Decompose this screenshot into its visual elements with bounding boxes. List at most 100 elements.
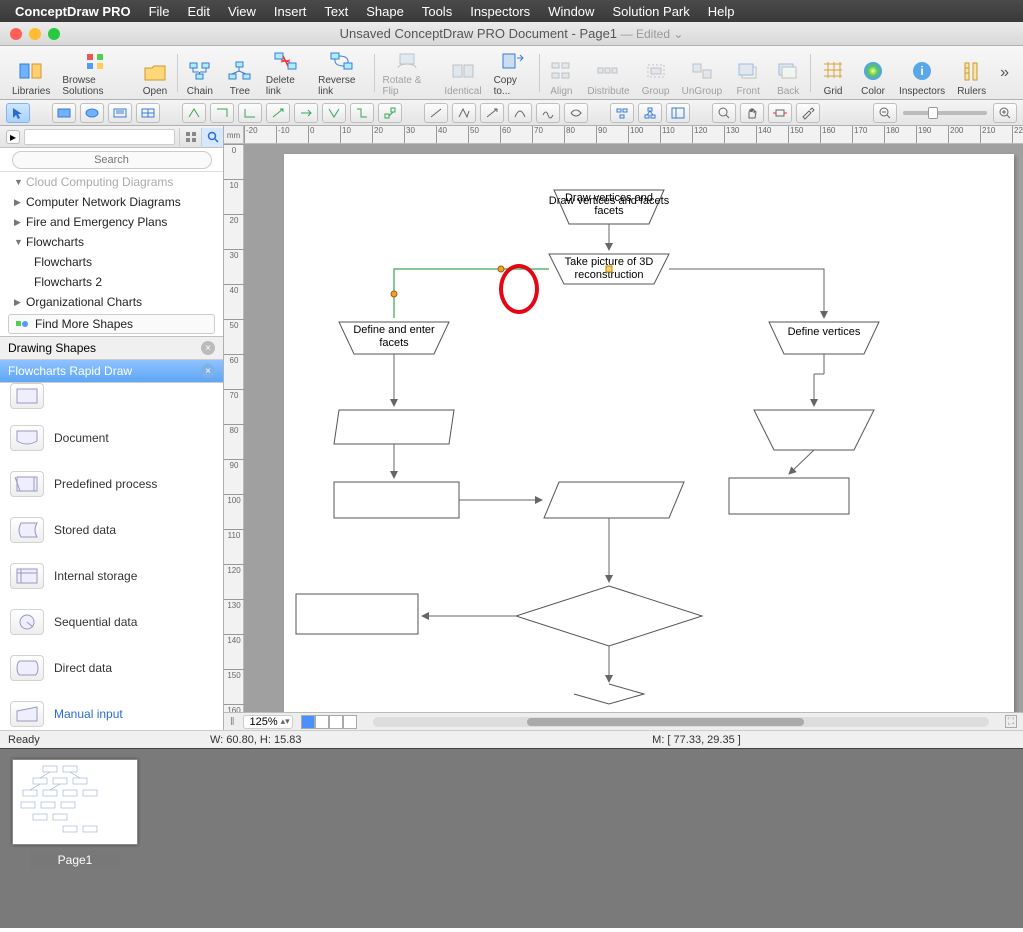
toolbar-group[interactable]: Group bbox=[636, 49, 676, 97]
toolbar-tree[interactable]: Tree bbox=[220, 49, 260, 97]
zoom-tool[interactable] bbox=[712, 103, 736, 123]
line-tool-2[interactable] bbox=[452, 103, 476, 123]
tree-item[interactable]: ▼Flowcharts bbox=[0, 232, 223, 252]
shape-internal-storage[interactable]: Internal storage bbox=[0, 553, 223, 599]
shape-item[interactable] bbox=[0, 383, 223, 415]
page-thumbnail[interactable]: Page1 bbox=[10, 759, 140, 918]
shape-stored-data[interactable]: Stored data bbox=[0, 507, 223, 553]
connector-tool-7[interactable] bbox=[350, 103, 374, 123]
app-menu[interactable]: ConceptDraw PRO bbox=[6, 4, 140, 19]
menu-solution-park[interactable]: Solution Park bbox=[603, 4, 698, 19]
shape-icon bbox=[10, 609, 44, 635]
toolbar-overflow[interactable]: » bbox=[992, 64, 1017, 82]
toolbar-chain[interactable]: Chain bbox=[180, 49, 220, 97]
menu-text[interactable]: Text bbox=[315, 4, 357, 19]
horizontal-scrollbar[interactable] bbox=[373, 717, 989, 727]
flowchart-drawing[interactable]: Draw vertices and facets Draw vertices a… bbox=[284, 154, 1014, 712]
connector-tool-1[interactable] bbox=[182, 103, 206, 123]
toolbar-rotate-flip[interactable]: Rotate & Flip bbox=[376, 49, 438, 97]
zoom-level[interactable]: 125%▴▾ bbox=[243, 715, 293, 729]
view-grid-icon[interactable] bbox=[179, 128, 201, 146]
find-more-shapes[interactable]: Find More Shapes bbox=[8, 314, 215, 334]
line-tool-1[interactable] bbox=[424, 103, 448, 123]
menu-shape[interactable]: Shape bbox=[357, 4, 413, 19]
close-icon[interactable]: × bbox=[201, 341, 215, 355]
connector-tool-4[interactable] bbox=[266, 103, 290, 123]
layout-tool-2[interactable] bbox=[638, 103, 662, 123]
shape-sequential-data[interactable]: Sequential data bbox=[0, 599, 223, 645]
shape-direct-data[interactable]: Direct data bbox=[0, 645, 223, 691]
toolbar-inspectors[interactable]: iInspectors bbox=[893, 49, 951, 97]
toolbar-delete-link[interactable]: Delete link bbox=[260, 49, 312, 97]
zoom-out-button[interactable] bbox=[873, 103, 897, 123]
connector-tool-2[interactable] bbox=[210, 103, 234, 123]
eyedropper-tool[interactable] bbox=[796, 103, 820, 123]
menu-insert[interactable]: Insert bbox=[265, 4, 316, 19]
tree-item[interactable]: Flowcharts bbox=[0, 252, 223, 272]
snap-tool[interactable] bbox=[768, 103, 792, 123]
close-icon[interactable]: × bbox=[201, 364, 215, 378]
toolbar-grid[interactable]: Grid bbox=[813, 49, 853, 97]
search-input[interactable] bbox=[12, 151, 212, 169]
shape-document[interactable]: Document bbox=[0, 415, 223, 461]
ellipse-tool[interactable] bbox=[80, 103, 104, 123]
toolbar-icon bbox=[859, 58, 887, 84]
toolbar-rulers[interactable]: Rulers bbox=[951, 49, 992, 97]
library-search-icon[interactable] bbox=[201, 128, 223, 146]
toolbar-distribute[interactable]: Distribute bbox=[581, 49, 635, 97]
line-tool-6[interactable] bbox=[564, 103, 588, 123]
fit-page-icon[interactable]: ⛶ bbox=[1005, 715, 1017, 728]
collapse-ruler-icon[interactable]: ‖ bbox=[230, 716, 235, 728]
shape-predefined-process[interactable]: Predefined process bbox=[0, 461, 223, 507]
toolbar-color[interactable]: Color bbox=[853, 49, 893, 97]
text-tool[interactable] bbox=[108, 103, 132, 123]
connector-tool-8[interactable] bbox=[378, 103, 402, 123]
toolbar-icon bbox=[774, 58, 802, 84]
rectangle-tool[interactable] bbox=[52, 103, 76, 123]
document-edited-indicator[interactable]: — Edited ⌄ bbox=[621, 27, 684, 41]
shape-manual-input[interactable]: Manual input bbox=[0, 691, 223, 730]
pointer-tool[interactable] bbox=[6, 103, 30, 123]
toolbar-browse-solutions[interactable]: Browse Solutions bbox=[56, 49, 135, 97]
connector-tool-5[interactable] bbox=[294, 103, 318, 123]
tree-item[interactable]: Flowcharts 2 bbox=[0, 272, 223, 292]
tree-item[interactable]: ▶Fire and Emergency Plans bbox=[0, 212, 223, 232]
connector-tool-6[interactable] bbox=[322, 103, 346, 123]
tree-item[interactable]: ▶Organizational Charts bbox=[0, 292, 223, 312]
menu-help[interactable]: Help bbox=[699, 4, 744, 19]
menu-tools[interactable]: Tools bbox=[413, 4, 461, 19]
menu-file[interactable]: File bbox=[140, 4, 179, 19]
library-header-flowcharts[interactable]: Flowcharts Rapid Draw× bbox=[0, 360, 223, 383]
tree-item[interactable]: ▼Cloud Computing Diagrams bbox=[0, 172, 223, 192]
menu-window[interactable]: Window bbox=[539, 4, 603, 19]
layout-tool-3[interactable] bbox=[666, 103, 690, 123]
line-tool-3[interactable] bbox=[480, 103, 504, 123]
library-header-drawing[interactable]: Drawing Shapes× bbox=[0, 337, 223, 360]
library-filter-input[interactable] bbox=[24, 129, 175, 145]
toolbar-back[interactable]: Back bbox=[768, 49, 808, 97]
tree-item[interactable]: ▶Computer Network Diagrams bbox=[0, 192, 223, 212]
connector-tool-3[interactable] bbox=[238, 103, 262, 123]
toolbar-reverse-link[interactable]: Reverse link bbox=[312, 49, 371, 97]
toolbar-copy-to-[interactable]: Copy to... bbox=[488, 49, 537, 97]
toolbar-libraries[interactable]: Libraries bbox=[6, 49, 56, 97]
toolbar-align[interactable]: Align bbox=[541, 49, 581, 97]
toolbar-icon bbox=[594, 58, 622, 84]
toolbar-ungroup[interactable]: UnGroup bbox=[676, 49, 729, 97]
menu-inspectors[interactable]: Inspectors bbox=[461, 4, 539, 19]
view-mode-buttons[interactable] bbox=[301, 715, 357, 729]
menu-view[interactable]: View bbox=[219, 4, 265, 19]
hand-tool[interactable] bbox=[740, 103, 764, 123]
zoom-in-button[interactable] bbox=[993, 103, 1017, 123]
table-tool[interactable] bbox=[136, 103, 160, 123]
zoom-slider[interactable] bbox=[903, 111, 987, 115]
toolbar-front[interactable]: Front bbox=[728, 49, 768, 97]
menu-edit[interactable]: Edit bbox=[179, 4, 219, 19]
library-toggle-button[interactable]: ▸ bbox=[6, 130, 20, 144]
toolbar-identical[interactable]: Identical bbox=[438, 49, 487, 97]
toolbar-open[interactable]: Open bbox=[135, 49, 175, 97]
line-tool-4[interactable] bbox=[508, 103, 532, 123]
canvas[interactable]: Draw vertices and facets Draw vertices a… bbox=[244, 144, 1023, 712]
layout-tool-1[interactable] bbox=[610, 103, 634, 123]
line-tool-5[interactable] bbox=[536, 103, 560, 123]
